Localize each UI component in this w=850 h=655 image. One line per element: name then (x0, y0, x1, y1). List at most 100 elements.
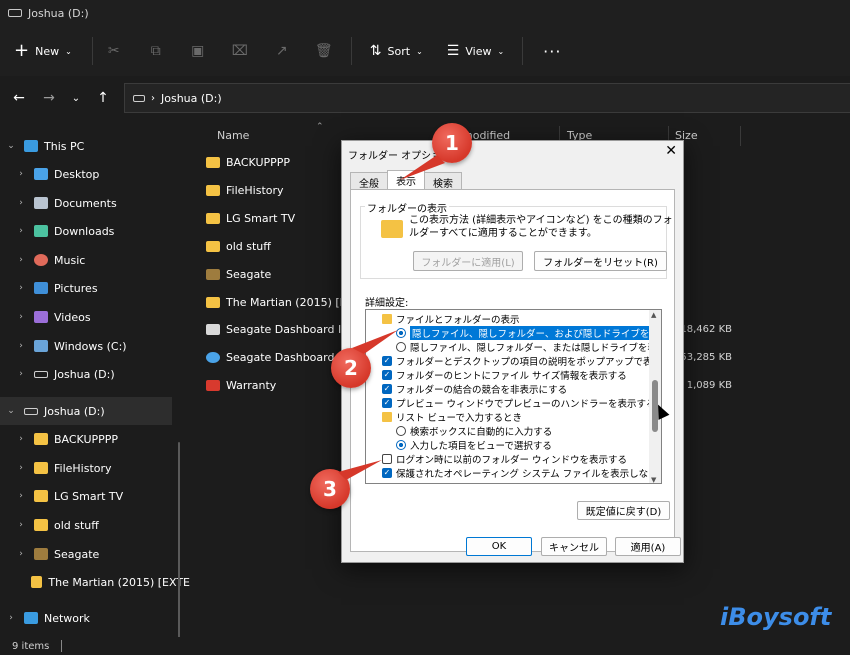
address-bar[interactable]: › Joshua (D:) (124, 83, 850, 113)
chevron-down-icon: ⌄ (497, 46, 505, 56)
new-label: New (35, 44, 60, 58)
recent-chevron-icon[interactable]: ⌄ (64, 84, 88, 112)
sidebar-item-the-martian[interactable]: The Martian (2015) [EXTE (14, 568, 190, 596)
restore-windows-checkbox[interactable]: ログオン時に以前のフォルダー ウィンドウを表示する (382, 452, 627, 466)
checkbox-checked-icon[interactable]: ✓ (382, 355, 392, 366)
sidebar-item-videos[interactable]: › Videos (14, 303, 190, 331)
select-typed-item-radio[interactable]: 入力した項目をビューで選択する (396, 438, 552, 452)
view-button[interactable]: ☰ View ⌄ (435, 37, 516, 65)
list-item-label: プレビュー ウィンドウでプレビューのハンドラーを表示する (396, 398, 656, 410)
chevron-down-icon[interactable]: ⌄ (4, 406, 18, 416)
folder-icon (34, 548, 48, 560)
checkbox-checked-icon[interactable]: ✓ (382, 383, 392, 394)
chevron-right-icon[interactable]: › (14, 312, 28, 322)
chevron-right-icon[interactable]: › (14, 341, 28, 351)
table-row[interactable]: Warranty (206, 371, 276, 399)
sidebar-item-documents[interactable]: › Documents (14, 189, 190, 217)
sidebar-item-label: old stuff (54, 518, 99, 532)
cancel-button[interactable]: キャンセル (541, 537, 607, 556)
hide-hidden-files-radio[interactable]: 隠しファイル、隠しフォルダー、または隠しドライブを表示しない (396, 340, 661, 354)
scroll-up-icon[interactable]: ▲ (651, 311, 656, 319)
chevron-right-icon[interactable]: › (14, 434, 28, 444)
sidebar-item-windows-c[interactable]: › Windows (C:) (14, 332, 190, 360)
share-icon[interactable]: ↗ (261, 37, 303, 65)
delete-icon[interactable]: 🗑 (303, 37, 345, 65)
sidebar-item-music[interactable]: › Music (14, 246, 190, 274)
file-name: old stuff (226, 239, 271, 253)
chevron-down-icon[interactable]: ⌄ (4, 141, 18, 151)
chevron-right-icon[interactable]: › (14, 520, 28, 530)
auto-search-radio[interactable]: 検索ボックスに自動的に入力する (396, 424, 552, 438)
merge-conflicts-checkbox[interactable]: ✓ フォルダーの結合の競合を非表示にする (382, 382, 567, 396)
chevron-right-icon[interactable]: › (14, 549, 28, 559)
scroll-down-icon[interactable]: ▼ (651, 476, 656, 483)
sidebar-item-label: BACKUPPPP (54, 432, 119, 446)
reset-folders-button[interactable]: フォルダーをリセット(R) (534, 251, 667, 271)
sidebar-item-label: LG Smart TV (54, 489, 124, 503)
sidebar-item-joshua-d-drive[interactable]: ⌄ Joshua (D:) (0, 397, 172, 425)
sidebar-item-seagate[interactable]: › Seagate (14, 540, 190, 568)
globe-icon (206, 351, 220, 363)
view-icon: ☰ (446, 43, 460, 59)
chevron-right-icon[interactable]: › (14, 463, 28, 473)
new-button[interactable]: + New ⌄ (14, 37, 93, 65)
table-row[interactable]: LG Smart TV (206, 204, 295, 232)
chevron-right-icon[interactable]: › (4, 613, 18, 623)
sidebar-item-old-stuff[interactable]: › old stuff (14, 511, 190, 539)
restore-defaults-button[interactable]: 既定値に戻す(D) (577, 501, 670, 520)
hide-protected-files-checkbox[interactable]: ✓ 保護されたオペレーティング システム ファイルを表示しない (推奨) (382, 466, 661, 480)
apply-to-folders-button[interactable]: フォルダーに適用(L) (413, 251, 523, 271)
sidebar-item-network[interactable]: › Network (4, 604, 180, 632)
table-row[interactable]: FileHistory (206, 176, 284, 204)
file-name: LG Smart TV (226, 211, 296, 225)
sort-button[interactable]: ⇅ Sort ⌄ (358, 37, 435, 65)
copy-icon[interactable]: ⧉ (135, 37, 177, 65)
chevron-right-icon[interactable]: › (14, 283, 28, 293)
radio-selected-icon[interactable] (396, 439, 406, 450)
tab-general[interactable]: 全般 (350, 172, 388, 190)
sidebar-item-lg-smart-tv[interactable]: › LG Smart TV (14, 482, 190, 510)
monitor-icon (24, 140, 38, 152)
table-row[interactable]: old stuff (206, 232, 271, 260)
apply-button[interactable]: 適用(A) (615, 537, 681, 556)
checkbox-checked-icon[interactable]: ✓ (382, 397, 392, 408)
sidebar-item-this-pc[interactable]: ⌄ This PC (4, 132, 180, 160)
chevron-right-icon[interactable]: › (14, 491, 28, 501)
chevron-right-icon[interactable]: › (14, 198, 28, 208)
sidebar-item-joshua-d[interactable]: › Joshua (D:) (14, 360, 190, 388)
desktop-icon (34, 168, 48, 180)
sidebar-item-pictures[interactable]: › Pictures (14, 274, 190, 302)
up-arrow-icon[interactable]: ↑ (88, 84, 118, 112)
popup-description-checkbox[interactable]: ✓ フォルダーとデスクトップの項目の説明をポップアップで表示する (382, 354, 661, 368)
sidebar-item-downloads[interactable]: › Downloads (14, 217, 190, 245)
file-size-tips-checkbox[interactable]: ✓ フォルダーのヒントにファイル サイズ情報を表示する (382, 368, 627, 382)
breadcrumb[interactable]: Joshua (D:) (161, 92, 222, 105)
back-arrow-icon[interactable]: ← (4, 84, 34, 112)
folder-icon (34, 519, 48, 531)
preview-handlers-checkbox[interactable]: ✓ プレビュー ウィンドウでプレビューのハンドラーを表示する (382, 396, 656, 410)
forward-arrow-icon[interactable]: → (34, 84, 64, 112)
advanced-settings-list[interactable]: ファイルとフォルダーの表示 隠しファイル、隠しフォルダー、および隠しドライブを表… (365, 309, 662, 484)
sidebar-item-desktop[interactable]: › Desktop (14, 160, 190, 188)
table-row[interactable]: Seagate (206, 260, 271, 288)
cut-icon[interactable]: ✂ (93, 37, 135, 65)
chevron-right-icon[interactable]: › (14, 169, 28, 179)
show-hidden-files-radio[interactable]: 隠しファイル、隠しフォルダー、および隠しドライブを表示する (396, 325, 661, 340)
chevron-right-icon[interactable]: › (14, 369, 28, 379)
sidebar-item-backupppp[interactable]: › BACKUPPPP (14, 425, 190, 453)
ok-button[interactable]: OK (466, 537, 532, 556)
paste-icon[interactable]: ▣ (177, 37, 219, 65)
chevron-right-icon[interactable]: › (14, 226, 28, 236)
column-header-name[interactable]: Name (217, 122, 249, 148)
close-icon[interactable]: ✕ (665, 143, 677, 159)
sidebar-item-label: Windows (C:) (54, 339, 127, 353)
more-options-button[interactable]: ··· (529, 42, 575, 61)
sidebar-item-filehistory[interactable]: › FileHistory (14, 454, 190, 482)
rename-icon[interactable]: ⌧ (219, 37, 261, 65)
chevron-right-icon[interactable]: › (14, 255, 28, 265)
table-row[interactable]: BACKUPPPP (206, 148, 290, 176)
list-scrollbar[interactable]: ▲ ▼ (649, 310, 661, 483)
checkbox-checked-icon[interactable]: ✓ (382, 369, 392, 380)
sidebar-scrollbar[interactable] (178, 442, 180, 642)
radio-unselected-icon[interactable] (396, 425, 406, 436)
